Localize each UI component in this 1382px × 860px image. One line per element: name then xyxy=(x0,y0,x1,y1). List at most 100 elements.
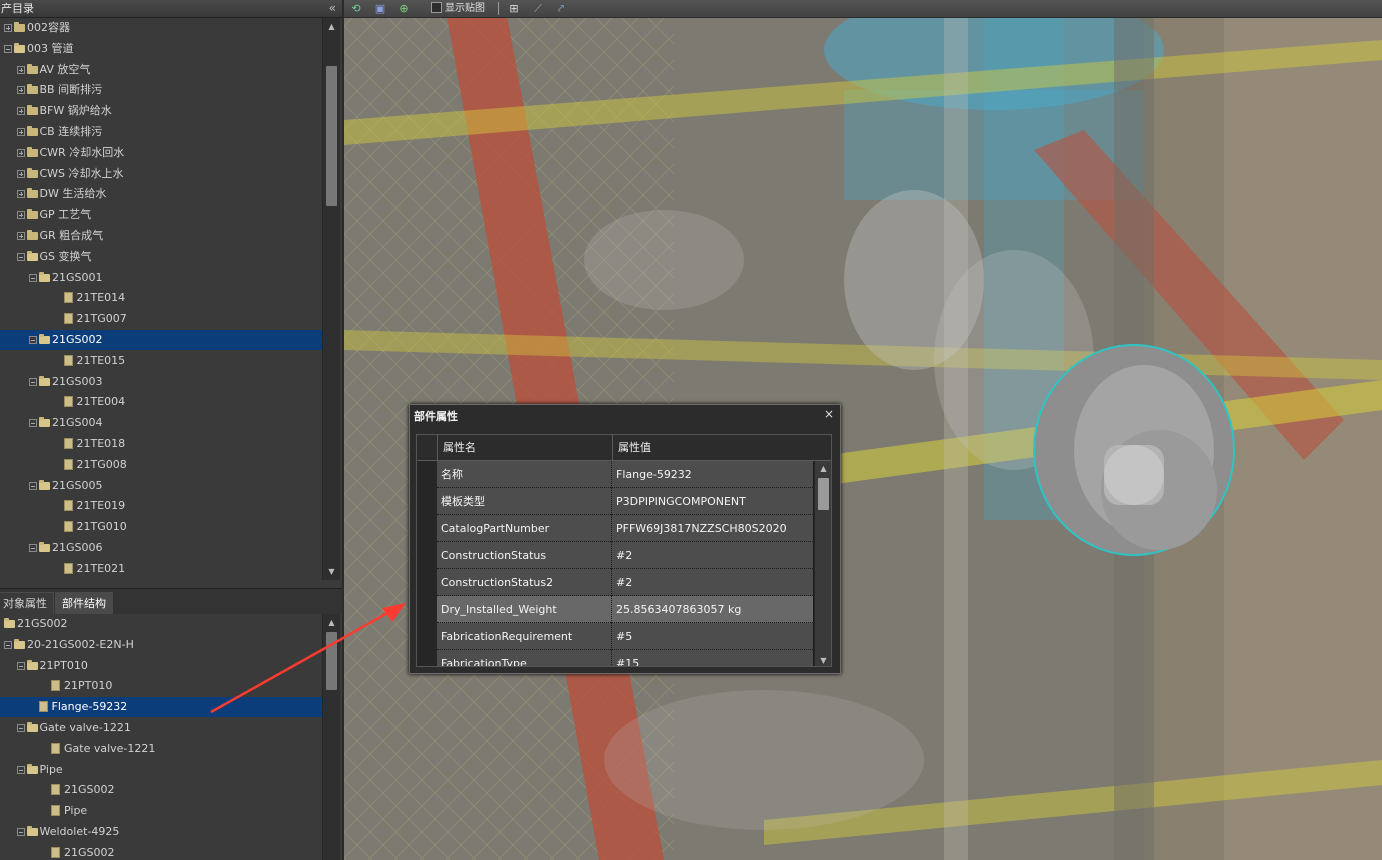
property-row[interactable]: CatalogPartNumber PFFW69J3817NZZSCH80S202… xyxy=(437,515,813,542)
collapse-icon[interactable] xyxy=(16,252,25,261)
tree-item[interactable]: 21TE018 xyxy=(0,434,322,454)
folder-open-icon xyxy=(39,375,50,386)
expand-icon[interactable] xyxy=(16,107,25,116)
tree-item[interactable]: Pipe xyxy=(0,801,322,821)
selected-flange[interactable] xyxy=(1033,344,1235,556)
tree-item[interactable]: 21TE014 xyxy=(0,288,322,308)
tree-item-label: 21PT010 xyxy=(64,679,113,693)
folder-icon xyxy=(14,22,25,32)
property-name: 名称 xyxy=(437,461,612,488)
tree-item[interactable]: DW 生活给水 xyxy=(0,184,322,204)
catalog-tree: 002容器 003 管道 AV 放空气 BB 间断排污 BFW 锅炉给水 CB 连续排污 C… xyxy=(0,18,322,580)
property-name: FabricationRequirement xyxy=(437,623,612,650)
tree-item[interactable]: 21TE004 xyxy=(0,392,322,412)
tree-item[interactable]: 21TE015 xyxy=(0,351,322,371)
show-texture-checkbox[interactable]: 显示贴图 xyxy=(431,2,485,16)
expand-icon[interactable] xyxy=(16,190,25,199)
tree-item[interactable]: Gate valve-1221 xyxy=(0,718,322,738)
document-icon xyxy=(38,701,48,713)
tree-item[interactable]: 21TG008 xyxy=(0,455,322,475)
property-row[interactable]: Dry_Installed_Weight 25.8563407863057 kg xyxy=(437,596,813,623)
collapse-icon[interactable] xyxy=(4,44,12,53)
tree-item[interactable]: CWS 冷却水上水 xyxy=(0,164,322,184)
rotate-icon[interactable]: ⟲ xyxy=(349,2,363,16)
tree-item[interactable]: Pipe xyxy=(0,760,322,780)
property-row[interactable]: 模板类型 P3DPIPINGCOMPONENT xyxy=(437,488,813,515)
measure-icon[interactable]: ⟋ xyxy=(531,2,545,16)
expand-icon[interactable] xyxy=(4,24,12,32)
tree-item[interactable]: 003 管道 xyxy=(0,39,322,59)
folder-open-icon xyxy=(14,42,25,53)
scroll-down-arrow-icon[interactable]: ▼ xyxy=(815,653,831,666)
catalog-tree-scrollbar[interactable]: ▲ ▼ xyxy=(322,18,340,580)
collapse-icon[interactable] xyxy=(29,419,37,428)
tree-item[interactable]: 21GS004 xyxy=(0,413,322,433)
tree-item[interactable]: BFW 锅炉给水 xyxy=(0,101,322,121)
tree-item[interactable]: Gate valve-1221 xyxy=(0,739,322,759)
tree-item[interactable]: 21GS002 xyxy=(0,330,322,350)
tree-item[interactable]: 21TE021 xyxy=(0,559,322,579)
tree-item[interactable]: 21TG007 xyxy=(0,309,322,329)
tree-item[interactable]: BB 间断排污 xyxy=(0,80,322,100)
scroll-up-arrow-icon[interactable]: ▲ xyxy=(815,461,831,476)
properties-scrollbar[interactable]: ▲ ▼ xyxy=(814,461,831,666)
property-row[interactable]: 名称 Flange-59232 xyxy=(437,461,813,488)
property-row[interactable]: ConstructionStatus #2 xyxy=(437,542,813,569)
scroll-up-arrow-icon[interactable]: ▲ xyxy=(323,18,340,35)
scrollbar-thumb[interactable] xyxy=(818,478,829,510)
expand-icon[interactable] xyxy=(16,86,25,95)
tree-item-label: 21TE004 xyxy=(76,395,126,409)
scroll-down-arrow-icon[interactable]: ▼ xyxy=(323,563,340,580)
tab-object-properties[interactable]: 对象属性 xyxy=(0,592,54,615)
tree-item[interactable]: 21GS002 xyxy=(0,843,322,860)
checkbox-box[interactable] xyxy=(431,2,442,13)
fit-view-icon[interactable]: ▣ xyxy=(373,2,387,16)
tree-item[interactable]: 21GS006 xyxy=(0,538,322,558)
close-icon[interactable]: × xyxy=(824,407,834,421)
collapse-icon[interactable] xyxy=(16,661,25,670)
expand-icon[interactable] xyxy=(16,211,25,220)
section-icon[interactable]: ⤤ xyxy=(554,2,568,16)
tree-item[interactable]: GP 工艺气 xyxy=(0,205,322,225)
tree-item[interactable]: 21TG010 xyxy=(0,517,322,537)
scrollbar-thumb[interactable] xyxy=(326,66,337,206)
expand-icon[interactable] xyxy=(16,232,25,240)
property-row[interactable]: FabricationRequirement #5 xyxy=(437,623,813,650)
tree-item[interactable]: 21GS005 xyxy=(0,476,322,496)
collapse-icon[interactable] xyxy=(29,481,37,490)
tab-component-structure[interactable]: 部件结构 xyxy=(55,592,113,615)
expand-icon[interactable] xyxy=(16,128,25,136)
tree-item[interactable]: 21TE019 xyxy=(0,496,322,516)
tree-item[interactable]: 21GS002 xyxy=(0,780,322,800)
expand-icon[interactable] xyxy=(16,169,25,178)
collapse-icon[interactable] xyxy=(29,336,37,344)
tree-item[interactable]: GS 变换气 xyxy=(0,247,322,267)
collapse-icon[interactable] xyxy=(29,377,37,386)
collapse-icon[interactable] xyxy=(29,273,37,282)
collapse-icon[interactable] xyxy=(4,640,12,649)
expand-icon[interactable] xyxy=(16,148,25,157)
collapse-icon[interactable] xyxy=(16,828,25,836)
tree-item[interactable]: CB 连续排污 xyxy=(0,122,322,142)
collapse-icon[interactable] xyxy=(16,724,25,732)
collapse-icon[interactable] xyxy=(29,544,37,552)
tree-item[interactable]: GR 粗合成气 xyxy=(0,226,322,246)
document-icon xyxy=(63,458,73,470)
tree-item[interactable]: CWR 冷却水回水 xyxy=(0,143,322,163)
column-header-name[interactable]: 属性名 xyxy=(437,435,612,461)
tree-item[interactable]: 21GS001 xyxy=(0,268,322,288)
folder-icon xyxy=(26,126,38,136)
tree-item[interactable]: 002容器 xyxy=(0,18,322,38)
tree-item[interactable]: AV 放空气 xyxy=(0,60,322,80)
collapse-panel-icon[interactable]: « xyxy=(329,0,336,17)
zoom-icon[interactable]: ⊕ xyxy=(397,2,411,16)
tree-item-label: Pipe xyxy=(39,762,63,776)
expand-icon[interactable] xyxy=(16,65,25,74)
property-row[interactable]: FabricationType #15 xyxy=(437,650,813,666)
tree-item[interactable]: Weldolet-4925 xyxy=(0,822,322,842)
box-select-icon[interactable]: ⊞ xyxy=(507,2,521,16)
property-row[interactable]: ConstructionStatus2 #2 xyxy=(437,569,813,596)
collapse-icon[interactable] xyxy=(16,765,25,774)
tree-item[interactable]: 21GS003 xyxy=(0,372,322,392)
column-header-value[interactable]: 属性值 xyxy=(612,435,831,461)
